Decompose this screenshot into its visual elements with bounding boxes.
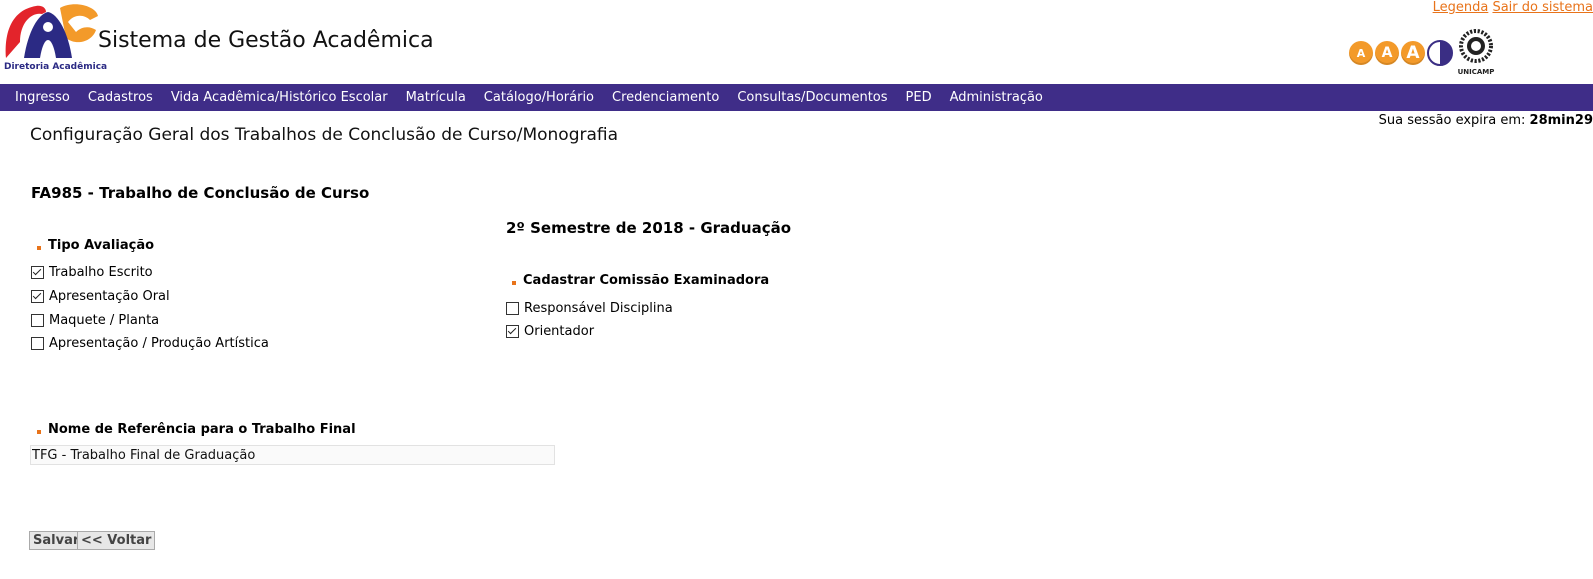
session-label: Sua sessão expira em: xyxy=(1378,113,1526,128)
font-size-medium-button[interactable]: A xyxy=(1375,41,1399,65)
contrast-icon[interactable] xyxy=(1427,40,1453,66)
logo-caption: Diretoria Acadêmica xyxy=(4,62,108,72)
producao-artistica-label: Apresentação / Produção Artística xyxy=(49,335,269,351)
menu-credenciamento[interactable]: Credenciamento xyxy=(603,90,728,105)
font-size-large-button[interactable]: A xyxy=(1401,41,1425,65)
menu-administracao[interactable]: Administração xyxy=(941,90,1052,105)
bullet-icon xyxy=(37,429,41,434)
app-title: Sistema de Gestão Acadêmica xyxy=(98,28,434,53)
option-maquete-planta: Maquete / Planta xyxy=(31,311,159,329)
semester-title: 2º Semestre de 2018 - Graduação xyxy=(506,219,792,237)
trabalho-escrito-checkbox[interactable] xyxy=(31,265,44,279)
maquete-planta-checkbox[interactable] xyxy=(31,313,44,327)
option-trabalho-escrito: Trabalho Escrito xyxy=(31,263,153,281)
main-menu: Ingresso Cadastros Vida Acadêmica/Histór… xyxy=(0,84,1593,111)
reference-name-input[interactable] xyxy=(30,445,555,465)
comissao-heading: Cadastrar Comissão Examinadora xyxy=(512,273,769,288)
option-producao-artistica: Apresentação / Produção Artística xyxy=(31,334,269,352)
apresentacao-oral-label: Apresentação Oral xyxy=(49,288,170,304)
menu-ped[interactable]: PED xyxy=(897,90,941,105)
menu-catalogo-horario[interactable]: Catálogo/Horário xyxy=(475,90,603,105)
font-size-small-button[interactable]: A xyxy=(1349,41,1373,65)
back-button[interactable]: << Voltar xyxy=(77,531,156,550)
menu-matricula[interactable]: Matrícula xyxy=(397,90,475,105)
comissao-heading-label: Cadastrar Comissão Examinadora xyxy=(523,273,770,288)
menu-cadastros[interactable]: Cadastros xyxy=(79,90,162,105)
responsavel-disciplina-checkbox[interactable] xyxy=(506,301,519,315)
producao-artistica-checkbox[interactable] xyxy=(31,336,44,350)
maquete-planta-label: Maquete / Planta xyxy=(49,312,160,328)
course-title: FA985 - Trabalho de Conclusão de Curso xyxy=(31,184,370,202)
legend-link[interactable]: Legenda xyxy=(1433,0,1489,15)
session-timer: Sua sessão expira em: 28min29 xyxy=(1379,113,1593,128)
option-apresentacao-oral: Apresentação Oral xyxy=(31,287,170,305)
page-title: Configuração Geral dos Trabalhos de Conc… xyxy=(30,125,619,145)
accessibility-controls: A A A xyxy=(1349,40,1453,66)
unicamp-logo-text: UNICAMP xyxy=(1458,68,1495,76)
tipo-avaliacao-heading-label: Tipo Avaliação xyxy=(48,238,155,253)
responsavel-disciplina-label: Responsável Disciplina xyxy=(524,300,673,316)
save-button[interactable]: Salvar xyxy=(29,531,84,550)
tipo-avaliacao-heading: Tipo Avaliação xyxy=(37,238,154,253)
referencia-heading: Nome de Referência para o Trabalho Final xyxy=(37,422,356,437)
orientador-checkbox[interactable] xyxy=(506,324,519,338)
logout-link[interactable]: Sair do sistema xyxy=(1492,0,1593,15)
session-time: 28min29 xyxy=(1529,113,1593,128)
menu-ingresso[interactable]: Ingresso xyxy=(0,90,79,105)
top-links: Legenda Sair do sistema xyxy=(1433,0,1593,15)
bullet-icon xyxy=(37,245,41,250)
unicamp-logo: UNICAMP xyxy=(1458,29,1495,76)
menu-consultas-documentos[interactable]: Consultas/Documentos xyxy=(728,90,896,105)
option-responsavel-disciplina: Responsável Disciplina xyxy=(506,299,673,317)
referencia-heading-label: Nome de Referência para o Trabalho Final xyxy=(48,422,356,437)
apresentacao-oral-checkbox[interactable] xyxy=(31,289,44,303)
option-orientador: Orientador xyxy=(506,322,594,340)
menu-vida-academica[interactable]: Vida Acadêmica/Histórico Escolar xyxy=(162,90,397,105)
bullet-icon xyxy=(512,280,516,285)
trabalho-escrito-label: Trabalho Escrito xyxy=(49,264,153,280)
orientador-label: Orientador xyxy=(524,323,595,339)
